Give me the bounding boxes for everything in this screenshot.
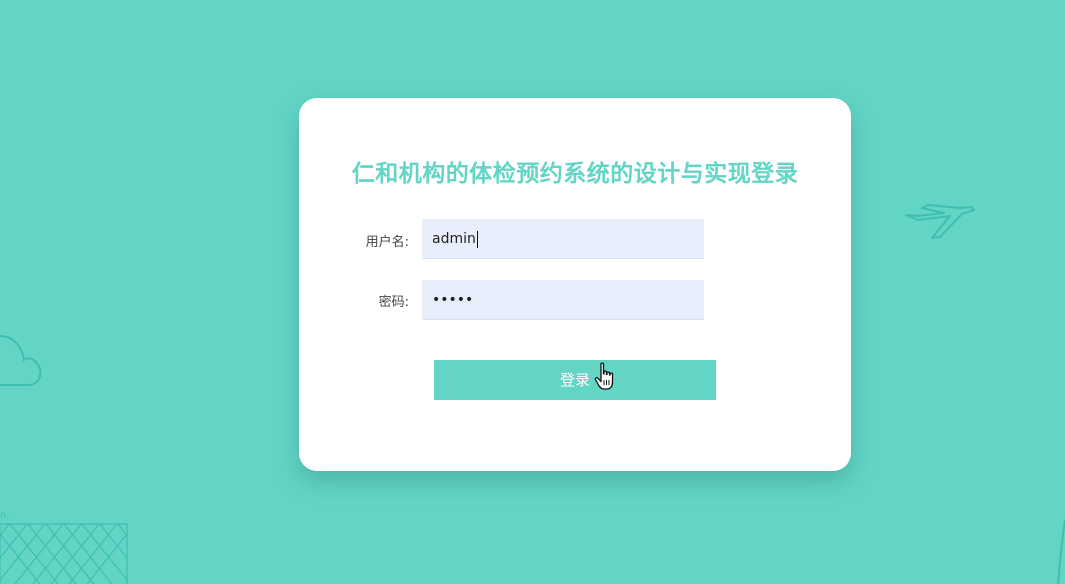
password-masked-value: ••••• [432, 292, 474, 308]
cloud-icon [0, 335, 42, 386]
username-label: 用户名: [365, 235, 409, 250]
corner-arc-decoration [1057, 519, 1065, 584]
login-button[interactable]: 登录 [434, 360, 716, 400]
password-input[interactable]: ••••• [422, 280, 704, 320]
text-caret [476, 230, 478, 248]
username-value: admin [432, 231, 476, 247]
hand-pointer-cursor-icon [594, 362, 614, 390]
fence-decoration [0, 523, 128, 584]
username-input[interactable]: admin [422, 219, 704, 259]
login-card: 仁和机构的体检预约系统的设计与实现登录 用户名: admin 密码: •••••… [299, 98, 851, 471]
fence-caption-fragment: n. [0, 510, 10, 521]
password-label: 密码: [378, 295, 409, 310]
airplane-icon [905, 204, 975, 239]
login-title: 仁和机构的体检预约系统的设计与实现登录 [351, 161, 799, 187]
